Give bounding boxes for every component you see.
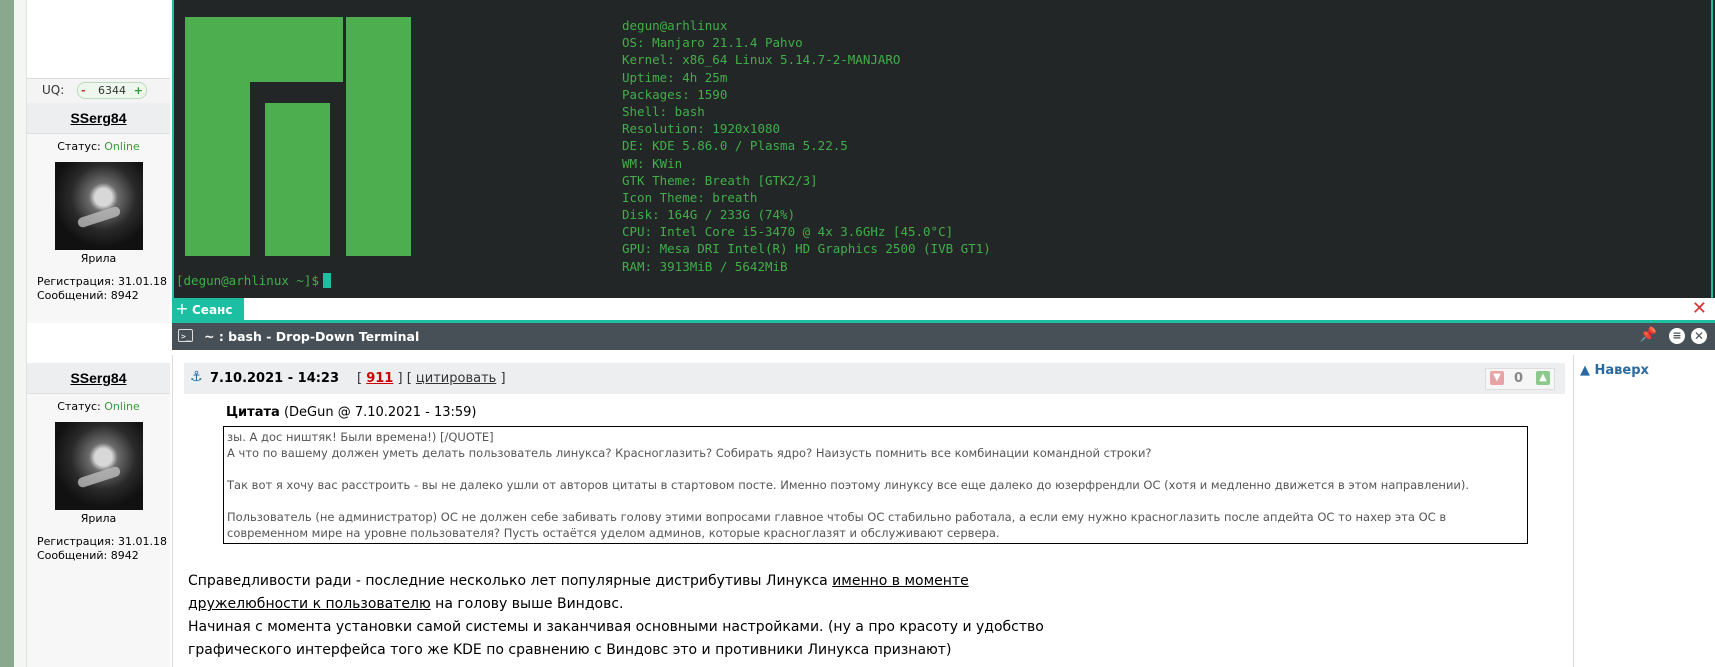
neofetch-line: OS: Manjaro 21.1.4 Pahvo — [622, 35, 803, 51]
neofetch-line: WM: KWin — [622, 155, 683, 171]
quote-source: (DeGun @ 7.10.2021 - 13:59) — [283, 405, 477, 420]
neofetch-line: GTK Theme: Breath [GTK2/3] — [622, 172, 818, 188]
registration-date: Регистрация: 31.01.18 — [37, 535, 167, 548]
uq-rating: UQ: - 6344 + — [27, 78, 170, 104]
back-to-top-link[interactable]: ▲ Наверх — [1580, 363, 1649, 378]
body-link[interactable]: именно в моменте — [832, 573, 969, 589]
author-name-link[interactable]: SSerg84 — [70, 110, 126, 126]
author-meta: Регистрация: 31.01.18 Сообщений: 8942 — [27, 535, 170, 563]
quote-line: А что по вашему должен уметь делать поль… — [227, 446, 1152, 460]
author-status: Статус: Online — [57, 400, 140, 413]
author-status: Статус: Online — [57, 140, 140, 153]
author-profile-top: SSerg84 Статус: Online Ярила Регистрация… — [27, 103, 170, 323]
new-tab-icon[interactable]: + — [172, 298, 192, 320]
body-link[interactable]: дружелюбности к пользователю — [188, 596, 431, 612]
post-actions: [ 911 ] [ цитировать ] — [357, 371, 506, 386]
window-title: ~ : bash - Drop-Down Terminal — [204, 329, 420, 344]
pin-icon[interactable]: 📌 — [1640, 327, 1657, 343]
manjaro-logo-right — [346, 17, 411, 256]
status-online: Online — [104, 400, 140, 413]
avatar[interactable] — [54, 422, 143, 510]
uq-minus-button[interactable]: - — [81, 83, 86, 98]
terminal-titlebar[interactable]: >_ ~ : bash - Drop-Down Terminal 📌 ≡ ✕ — [172, 323, 1715, 350]
author-rank: Ярила — [80, 512, 117, 525]
posts-count: Сообщений: 8942 — [37, 289, 139, 302]
thumbs-up-icon[interactable]: ▲ — [1536, 371, 1550, 385]
manjaro-logo-middle — [265, 103, 330, 256]
neofetch-line: CPU: Intel Core i5-3470 @ 4x 3.6GHz [45.… — [622, 224, 954, 240]
close-tab-icon[interactable]: ✕ — [1692, 300, 1707, 318]
registration-date: Регистрация: 31.01.18 — [37, 275, 167, 288]
arrow-up-icon: ▲ — [1580, 363, 1590, 378]
tab-session[interactable]: + Сеанс — [172, 298, 244, 320]
neofetch-line: Shell: bash — [622, 103, 705, 119]
quote-title: Цитата (DeGun @ 7.10.2021 - 13:59) — [226, 405, 477, 420]
terminal-window[interactable]: degun@arhlinux OS: Manjaro 21.1.4 Pahvo Ke… — [172, 0, 1715, 298]
terminal-tabbar: + Сеанс ✕ — [172, 298, 1715, 323]
avatar[interactable] — [54, 162, 143, 250]
close-window-icon[interactable]: ✕ — [1691, 328, 1707, 344]
quote-link[interactable]: цитировать — [416, 371, 496, 386]
author-profile: SSerg84 Статус: Online Ярила Регистрация… — [27, 363, 170, 667]
menu-icon[interactable]: ≡ — [1669, 328, 1685, 344]
neofetch-line: Disk: 164G / 233G (74%) — [622, 207, 796, 223]
author-name-link[interactable]: SSerg84 — [70, 370, 126, 386]
quote-block: зы. А дос ништяк! Были времена!) [/QUOTE… — [223, 426, 1528, 544]
neofetch-line: Packages: 1590 — [622, 86, 728, 102]
vote-count: 0 — [1514, 371, 1524, 386]
neofetch-line: DE: KDE 5.86.0 / Plasma 5.22.5 — [622, 138, 848, 154]
manjaro-logo-left — [185, 82, 250, 256]
vote-widget: ▼ 0 ▲ — [1485, 368, 1555, 390]
neofetch-line: Uptime: 4h 25m — [622, 69, 728, 85]
terminal-cursor — [323, 273, 331, 288]
quote-line: Так вот я хочу вас расстроить - вы не да… — [227, 478, 1470, 492]
quote-line: зы. А дос ништяк! Были времена!) [/QUOTE… — [227, 430, 494, 444]
post-header: ⚓ 7.10.2021 - 14:23 [ 911 ] [ цитировать… — [184, 363, 1565, 394]
posts-count: Сообщений: 8942 — [37, 549, 139, 562]
shell-prompt[interactable]: [degun@arhlinux ~]$ — [176, 273, 331, 288]
uq-value: 6344 — [98, 84, 126, 97]
neofetch-line: degun@arhlinux — [622, 18, 728, 33]
neofetch-line: GPU: Mesa DRI Intel(R) HD Graphics 2500 … — [622, 241, 991, 257]
page-left-gutter — [14, 0, 27, 667]
anchor-icon[interactable]: ⚓ — [190, 369, 203, 385]
post-number-link[interactable]: 911 — [366, 371, 393, 386]
quote-line: Пользователь (не администратор) ОС не до… — [227, 510, 1447, 540]
neofetch-line: Kernel: x86_64 Linux 5.14.7-2-MANJARO — [622, 52, 901, 68]
author-rank: Ярила — [80, 252, 117, 265]
status-online: Online — [104, 140, 140, 153]
neofetch-output: degun@arhlinux OS: Manjaro 21.1.4 Pahvo Ke… — [622, 17, 991, 275]
post-date: 7.10.2021 - 14:23 — [210, 371, 340, 386]
uq-label: UQ: — [42, 83, 65, 97]
thumbs-down-icon[interactable]: ▼ — [1490, 371, 1504, 385]
uq-plus-button[interactable]: + — [134, 83, 143, 98]
post-body: Справедливости ради - последние нескольк… — [188, 573, 1044, 658]
terminal-icon: >_ — [178, 329, 193, 342]
page-left-edge — [0, 0, 14, 667]
neofetch-line: Icon Theme: breath — [622, 189, 758, 205]
neofetch-line: RAM: 3913MiB / 5642MiB — [622, 258, 788, 274]
uq-pill: - 6344 + — [77, 82, 147, 99]
manjaro-logo-top — [185, 17, 343, 82]
author-meta: Регистрация: 31.01.18 Сообщений: 8942 — [27, 275, 170, 303]
neofetch-line: Resolution: 1920x1080 — [622, 121, 781, 137]
